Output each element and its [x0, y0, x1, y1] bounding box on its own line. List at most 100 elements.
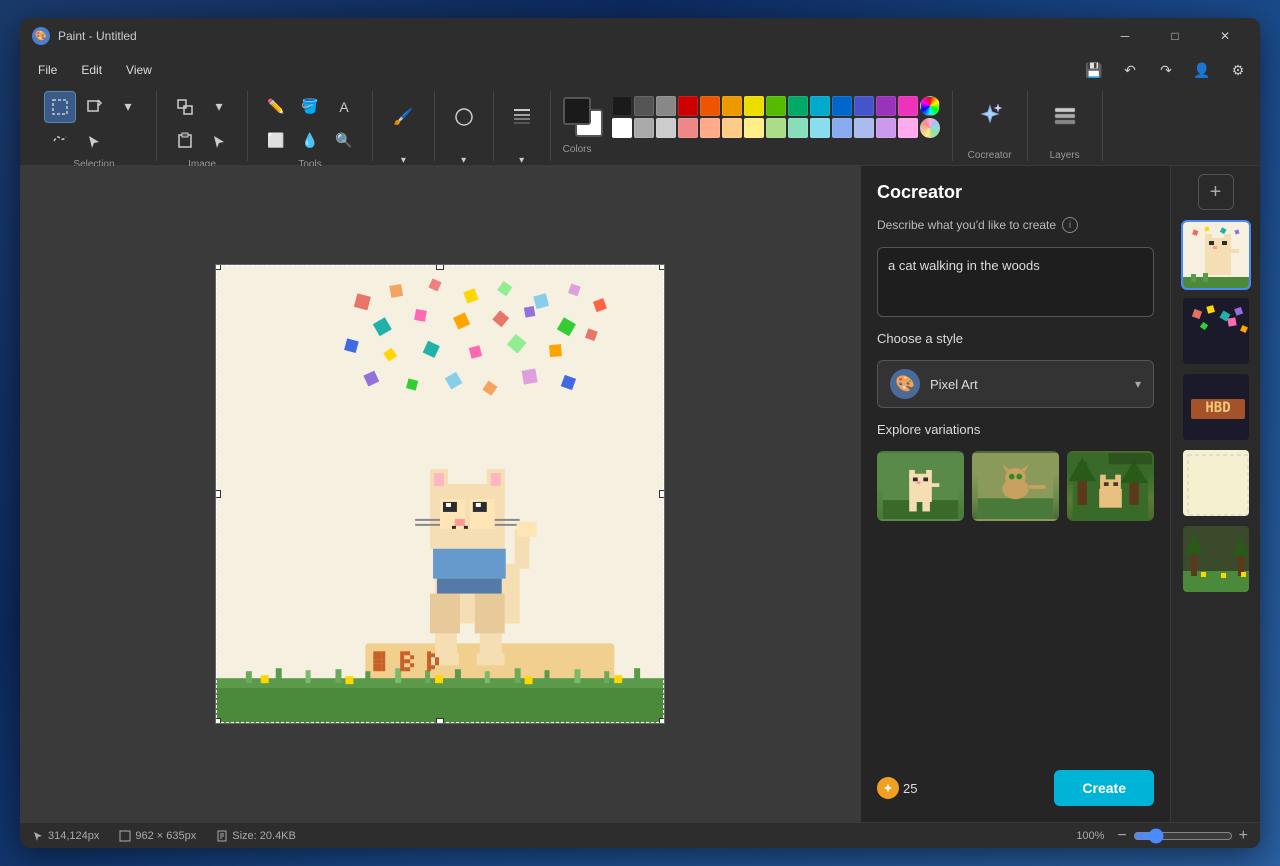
image-arrow-button[interactable] [203, 125, 235, 157]
selection-group: ▾ Selection [32, 91, 157, 161]
info-icon[interactable]: i [1062, 217, 1078, 233]
redo-button[interactable]: ↷ [1152, 56, 1180, 84]
foreground-color[interactable] [563, 97, 591, 125]
layer-thumb-2[interactable] [1181, 296, 1251, 366]
zoom-in-button[interactable]: + [1239, 827, 1248, 845]
prompt-textarea[interactable]: a cat walking in the woods [877, 247, 1154, 317]
maximize-button[interactable]: □ [1152, 22, 1198, 50]
image-more-button[interactable]: ▾ [203, 91, 235, 123]
swatch-white[interactable] [612, 118, 632, 138]
swatch-light-gray2[interactable] [634, 118, 654, 138]
swatch-light-amber[interactable] [722, 118, 742, 138]
undo-button[interactable]: ↶ [1116, 56, 1144, 84]
swatch-palette2[interactable] [920, 118, 940, 138]
swatch-dark-gray[interactable] [634, 96, 654, 116]
image-group: ▾ Image [157, 91, 248, 161]
image-paste-button[interactable] [169, 125, 201, 157]
settings-button[interactable]: ⚙ [1224, 56, 1252, 84]
handle-bottom-left[interactable] [215, 718, 221, 724]
swatch-green[interactable] [766, 96, 786, 116]
minimize-button[interactable]: ─ [1102, 22, 1148, 50]
swatch-gray[interactable] [656, 96, 676, 116]
layer-thumb-4[interactable] [1181, 448, 1251, 518]
menu-file[interactable]: File [28, 59, 67, 81]
swatch-light-teal[interactable] [788, 118, 808, 138]
main-window: 🎨 Paint - Untitled ─ □ ✕ File Edit View … [20, 18, 1260, 848]
menu-edit[interactable]: Edit [71, 59, 112, 81]
swatch-light-orange[interactable] [700, 118, 720, 138]
swatch-teal[interactable] [788, 96, 808, 116]
handle-middle-right[interactable] [659, 490, 665, 498]
selection-arrow-button[interactable] [78, 125, 110, 157]
selection-rotate-button[interactable] [78, 91, 110, 123]
menu-actions: 💾 ↶ ↷ 👤 ⚙ [1080, 56, 1252, 84]
variation-item-2[interactable] [972, 451, 1059, 521]
profile-button[interactable]: 👤 [1188, 56, 1216, 84]
menu-view[interactable]: View [116, 59, 162, 81]
create-button[interactable]: Create [1054, 770, 1154, 806]
variation-item-3[interactable] [1067, 451, 1154, 521]
eraser-button[interactable]: ⬜ [260, 125, 292, 157]
swatch-light-blue[interactable] [832, 118, 852, 138]
style-dropdown[interactable]: 🎨 Pixel Art ▾ [877, 360, 1154, 408]
fill-button[interactable]: 🪣 [294, 91, 326, 123]
swatch-light-gray[interactable] [656, 118, 676, 138]
handle-top-right[interactable] [659, 264, 665, 270]
close-button[interactable]: ✕ [1202, 22, 1248, 50]
selection-rect-button[interactable] [44, 91, 76, 123]
text-button[interactable]: A [328, 91, 360, 123]
variation-item-1[interactable] [877, 451, 964, 521]
layer-thumb-1[interactable] [1181, 220, 1251, 290]
zoom-slider[interactable] [1133, 828, 1233, 844]
canvas-dimensions: 962 × 635px [119, 830, 196, 842]
save-button[interactable]: 💾 [1080, 56, 1108, 84]
swatch-indigo[interactable] [854, 96, 874, 116]
canvas[interactable] [215, 264, 665, 724]
swatch-pink[interactable] [898, 96, 918, 116]
swatch-cyan[interactable] [810, 96, 830, 116]
handle-middle-left[interactable] [215, 490, 221, 498]
selection-more-button[interactable]: ▾ [112, 91, 144, 123]
zoom-out-button[interactable]: − [1117, 827, 1126, 845]
swatch-purple[interactable] [876, 96, 896, 116]
swatch-blue[interactable] [832, 96, 852, 116]
pencil-button[interactable]: ✏️ [260, 91, 292, 123]
handle-bottom-middle[interactable] [436, 718, 444, 724]
swatch-light-indigo[interactable] [854, 118, 874, 138]
handle-top-middle[interactable] [436, 264, 444, 270]
color-picker-button[interactable]: 💧 [294, 125, 326, 157]
handle-top-left[interactable] [215, 264, 221, 270]
title-bar: 🎨 Paint - Untitled ─ □ ✕ [20, 18, 1260, 54]
add-layer-button[interactable]: + [1198, 174, 1234, 210]
swatch-light-pink[interactable] [898, 118, 918, 138]
layer-thumb-5[interactable] [1181, 524, 1251, 594]
swatch-orange[interactable] [700, 96, 720, 116]
canvas-area[interactable] [20, 166, 860, 822]
window-controls: ─ □ ✕ [1102, 22, 1248, 50]
swatch-light-purple[interactable] [876, 118, 896, 138]
style-label: Choose a style [877, 331, 1154, 346]
swatch-light-cyan[interactable] [810, 118, 830, 138]
shapes-button[interactable] [448, 91, 480, 143]
swatch-palette[interactable] [920, 96, 940, 116]
bottom-bar: ✦ 25 Create [877, 762, 1154, 806]
layer-thumb-3[interactable]: HBD [1181, 372, 1251, 442]
handle-bottom-right[interactable] [659, 718, 665, 724]
swatch-red[interactable] [678, 96, 698, 116]
cocreator-toolbar-button[interactable] [965, 91, 1015, 141]
size-button[interactable] [506, 91, 538, 143]
swatch-yellow[interactable] [744, 96, 764, 116]
image-resize-button[interactable] [169, 91, 201, 123]
magnify-button[interactable]: 🔍 [328, 125, 360, 157]
cocreator-toolbar-group: Cocreator [953, 91, 1028, 161]
swatch-amber[interactable] [722, 96, 742, 116]
selection-freeform-button[interactable] [44, 125, 76, 157]
swatch-light-green[interactable] [766, 118, 786, 138]
variations-label: Explore variations [877, 422, 1154, 437]
brush-button[interactable]: 🖌️ [387, 91, 419, 143]
swatch-black[interactable] [612, 96, 632, 116]
swatch-light-yellow[interactable] [744, 118, 764, 138]
layers-toolbar-button[interactable] [1040, 91, 1090, 141]
toolbar: ▾ Selection [20, 86, 1260, 166]
swatch-light-red[interactable] [678, 118, 698, 138]
